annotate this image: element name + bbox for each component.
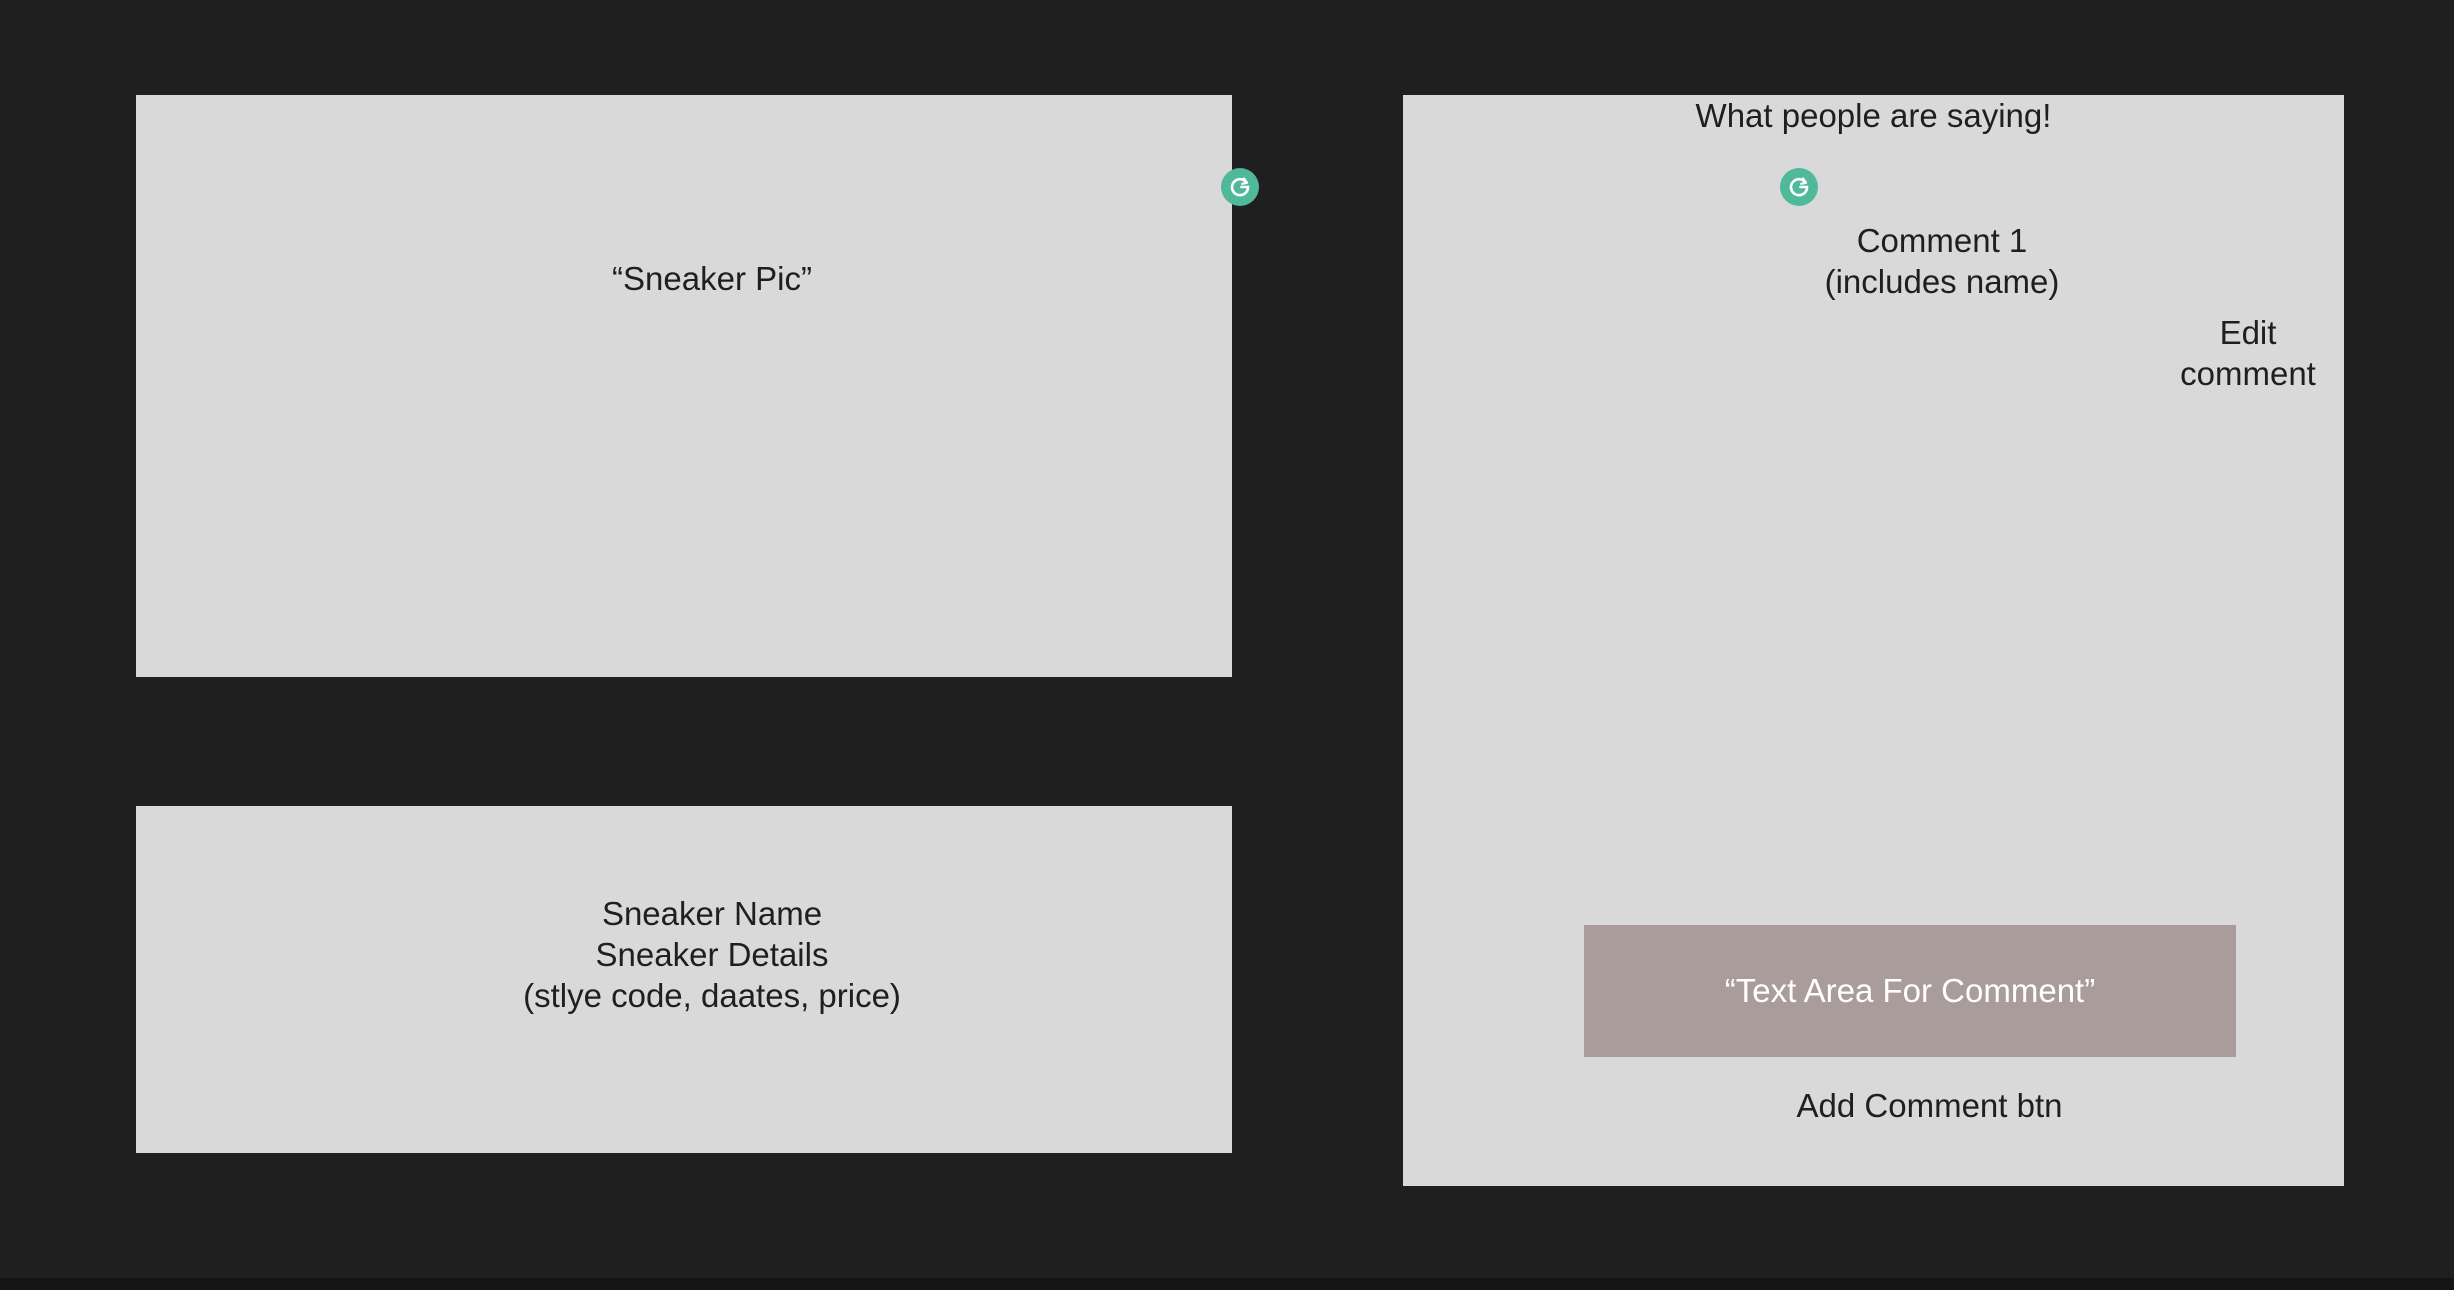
grammarly-icon[interactable] <box>1221 168 1259 206</box>
comments-title: What people are saying! <box>1695 97 2052 134</box>
sneaker-pic-frame: “Sneaker Pic” <box>136 95 1232 677</box>
sneaker-details-text: Sneaker Name Sneaker Details (stlye code… <box>136 893 1288 1016</box>
sneaker-details-frame: Sneaker Name Sneaker Details (stlye code… <box>136 806 1232 1153</box>
grammarly-glyph-icon <box>1789 177 1809 197</box>
sneaker-name-label: Sneaker Name <box>601 895 823 932</box>
comment-textarea[interactable]: “Text Area For Comment” <box>1584 925 2236 1057</box>
edit-comment-label-line-1: Edit <box>2219 314 2277 351</box>
comments-frame: What people are saying! Comment 1 (inclu… <box>1403 95 2344 1186</box>
bottom-strip <box>0 1278 2454 1290</box>
grammarly-glyph-icon <box>1230 177 1250 197</box>
add-comment-button[interactable]: Add Comment btn <box>1403 1085 2454 1126</box>
comment-textarea-label: “Text Area For Comment” <box>1724 972 2096 1009</box>
grammarly-icon[interactable] <box>1780 168 1818 206</box>
edit-comment-button[interactable]: Edit comment <box>2163 312 2333 394</box>
edit-comment-label-line-2: comment <box>2180 355 2316 392</box>
comment-1-label: Comment 1 <box>1856 222 2028 259</box>
sneaker-details-label: Sneaker Details <box>595 936 829 973</box>
sneaker-details-sub-label: (stlye code, daates, price) <box>523 977 901 1014</box>
sneaker-pic-label: “Sneaker Pic” <box>612 260 812 297</box>
comment-1-sub-label: (includes name) <box>1824 263 2060 300</box>
comment-item: Comment 1 (includes name) <box>1403 220 2454 302</box>
